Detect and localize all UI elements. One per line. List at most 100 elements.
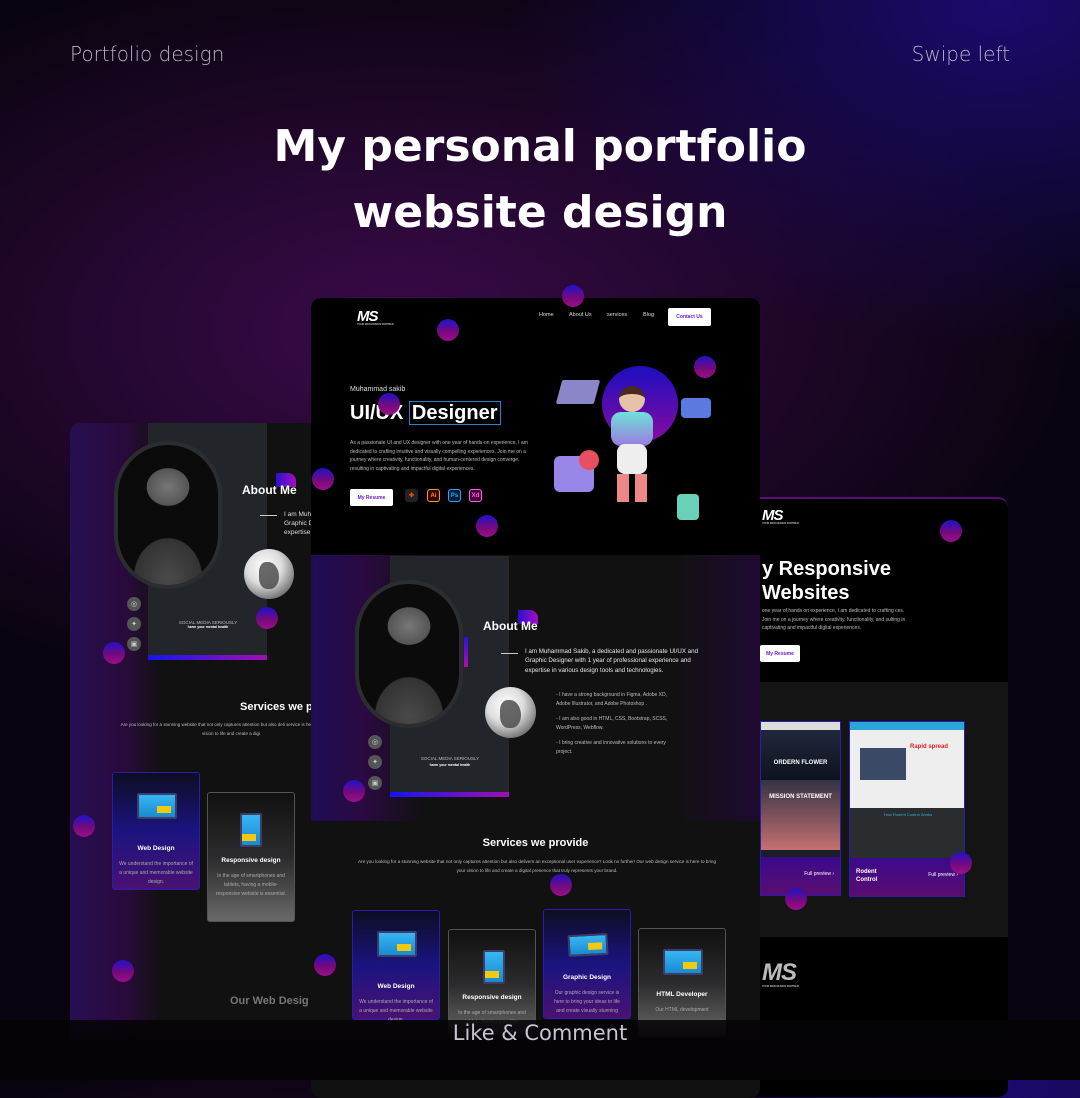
service-card-web-design[interactable]: Web Design We understand the importance o… <box>352 910 440 1023</box>
figma-icon: ✤ <box>405 489 418 502</box>
instagram-icon[interactable]: ◎ <box>368 735 382 749</box>
card-title: Responsive design <box>462 994 522 1001</box>
intro-line: I am Muh <box>284 511 312 518</box>
nav-about[interactable]: About Us <box>569 312 592 318</box>
project-card[interactable]: ORDERN FLOWER MISSION STATEMENT Full pre… <box>760 721 841 896</box>
bullet-text: I bring creative and innovative solution… <box>556 740 666 755</box>
full-preview-link[interactable]: Full preview › <box>928 872 958 878</box>
card-text: In the age of smartphones and tablets, h… <box>215 873 287 897</box>
heading-line: Websites <box>762 582 850 604</box>
bullet-text: I am also good in HTML, CSS, Bootstrap, … <box>556 716 668 731</box>
services-title: Services we provide <box>482 837 589 849</box>
page-title: My personal portfolio website design <box>0 114 1080 246</box>
facebook-icon[interactable]: ▣ <box>368 776 382 790</box>
bubble-decor <box>343 780 365 802</box>
hero-name: Muhammad sakib <box>350 386 406 393</box>
shot-text: ORDERN FLOWER <box>761 730 840 780</box>
full-preview-text: Full preview <box>804 871 831 877</box>
twitter-icon[interactable]: ✦ <box>368 755 382 769</box>
character-head <box>619 386 645 412</box>
logo-text: MS <box>762 959 797 986</box>
portfolio-design-label: Portfolio design <box>70 42 225 66</box>
shot-navbar <box>850 722 964 730</box>
service-card-graphic-design[interactable]: Graphic Design Our graphic design service… <box>543 909 631 1019</box>
portrait-photo <box>355 580 463 728</box>
facebook-icon[interactable]: ▣ <box>127 637 141 651</box>
card-text: Our graphic design service is here to br… <box>554 990 620 1014</box>
full-preview-link[interactable]: Full preview › <box>804 871 834 877</box>
about-bullets: ◦ I have a strong background in Figma, A… <box>556 691 678 756</box>
divider <box>260 515 277 516</box>
service-card-web-design[interactable]: Web Design We understand the importance o… <box>112 772 200 890</box>
shot-text: How Rodent Control Works <box>850 808 964 860</box>
about-intro: I am Muhammad Sakib, a dedicated and pas… <box>525 648 699 674</box>
services-description: Are you looking for a stunning website t… <box>120 722 335 736</box>
twitter-icon[interactable]: ✦ <box>127 617 141 631</box>
bubble-decor <box>378 393 400 415</box>
gradient-bar <box>148 655 267 660</box>
instagram-icon[interactable]: ◎ <box>127 597 141 611</box>
laptop-icon <box>377 931 417 957</box>
card-title: Responsive design <box>221 857 281 864</box>
card-title: Graphic Design <box>562 974 612 981</box>
logo-tagline: YOUR WEB DESIGN PARTNER <box>762 522 799 525</box>
card-text: Our HTML development <box>655 1007 709 1013</box>
nav-services[interactable]: services <box>607 312 627 318</box>
shield-3d-icon <box>681 398 711 418</box>
bubble-decor <box>550 874 572 896</box>
hero-description: As a passionate UI and UX designer with … <box>350 440 528 472</box>
logo[interactable]: MS YOUR WEB DESIGN PARTNER <box>357 308 394 326</box>
about-intro-partial: I am Muh Graphic D expertise <box>284 510 313 537</box>
about-title: About Me <box>242 483 297 497</box>
nav-blog[interactable]: Blog <box>643 312 654 318</box>
swipe-left-label: Swipe left <box>911 42 1010 66</box>
service-card-responsive[interactable]: Responsive design In the age of smartphon… <box>207 792 295 922</box>
shot-photo <box>860 748 906 780</box>
credit-card-icon <box>567 932 609 958</box>
bubble-decor <box>256 607 278 629</box>
divider <box>501 653 518 654</box>
responsive-description: one year of hands on experience, I am de… <box>762 608 906 631</box>
shot-text: MISSION STATEMENT <box>761 780 840 850</box>
card-title: Web Design <box>137 845 175 852</box>
services-description: Are you looking for a stunning website t… <box>357 859 716 873</box>
my-resume-button[interactable]: My Resume <box>760 645 800 662</box>
shot-text: Rapid spread <box>910 744 949 750</box>
bubble-decor <box>103 642 125 664</box>
laptop-icon <box>663 949 703 975</box>
accent-bar <box>464 637 468 667</box>
footer-logo: MS YOUR WEB DESIGN PARTNER <box>762 959 799 988</box>
card-text: We understand the importance of a unique… <box>119 861 193 885</box>
role-highlight: Designer <box>408 401 501 425</box>
bubble-decor <box>112 960 134 982</box>
title-line-2: website design <box>352 187 728 238</box>
globe-image <box>485 687 536 738</box>
intro-line: Graphic D <box>284 520 314 527</box>
title-line-1: My personal portfolio <box>273 121 807 172</box>
project-title: Rodent Control <box>856 869 878 883</box>
xd-icon: Xd <box>469 489 482 502</box>
hero-role: UI/UX Designer <box>350 401 501 425</box>
logo-tagline: YOUR WEB DESIGN PARTNER <box>357 323 394 326</box>
gradient-bar <box>390 792 509 797</box>
social-caption: SOCIAL MEDIA SERIOUSLY harm your mental h… <box>168 620 248 629</box>
logo-tagline: YOUR WEB DESIGN PARTNER <box>762 985 799 988</box>
bullet: ◦ I am also good in HTML, CSS, Bootstrap… <box>556 716 668 731</box>
bullet: ◦ I bring creative and innovative soluti… <box>556 740 666 755</box>
my-resume-button[interactable]: My Resume <box>350 489 393 506</box>
photoshop-icon: Ps <box>448 489 461 502</box>
character-legs <box>617 444 647 474</box>
like-comment-cta: Like & Comment <box>452 1021 628 1045</box>
bullet-text: I have a strong background in Figma, Ado… <box>556 692 668 707</box>
responsive-heading: y Responsive Websites <box>762 557 891 605</box>
bubble-decor <box>694 356 716 378</box>
project-card[interactable]: Rapid spread How Rodent Control Works Ro… <box>849 721 965 897</box>
social-sub: harm your mental health <box>429 763 471 767</box>
laptop-icon <box>137 793 177 819</box>
bullet: ◦ I have a strong background in Figma, A… <box>556 692 668 707</box>
illustrator-icon: Ai <box>427 489 440 502</box>
bubble-decor <box>314 954 336 976</box>
nav-home[interactable]: Home <box>539 312 554 318</box>
contact-us-button[interactable]: Contact Us <box>668 308 711 326</box>
project-footer: Rodent Control Full preview › <box>850 858 964 896</box>
